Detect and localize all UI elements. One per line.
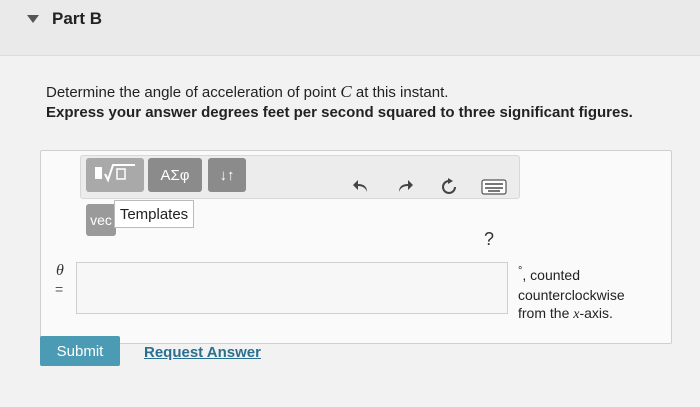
templates-tooltip: Templates [114,200,194,228]
redo-icon[interactable] [394,176,416,198]
question-text: Determine the angle of acceleration of p… [46,82,449,101]
greek-symbols-button[interactable]: ΑΣφ [148,158,202,192]
part-title: Part B [52,9,103,28]
request-answer-link[interactable]: Request Answer [144,344,261,361]
vector-button[interactable]: vec [86,204,116,236]
radical-template-icon [93,162,137,188]
answer-variable: θ [56,262,64,279]
collapse-triangle-icon[interactable] [27,12,39,30]
reset-icon[interactable] [438,176,460,198]
unit-label: °, counted counterclockwise from the x-a… [518,265,625,322]
answer-instruction: Express your answer degrees feet per sec… [46,104,633,121]
undo-icon[interactable] [350,176,372,198]
subscript-superscript-button[interactable]: ↓↑ [208,158,246,192]
keyboard-icon[interactable] [480,176,508,198]
templates-button[interactable] [86,158,144,192]
part-header[interactable]: Part B [0,0,700,56]
submit-button[interactable]: Submit [40,336,120,366]
equals-sign: = [55,281,64,297]
help-button[interactable]: ? [484,229,494,250]
answer-input[interactable] [76,262,508,314]
point-variable: C [340,82,352,101]
